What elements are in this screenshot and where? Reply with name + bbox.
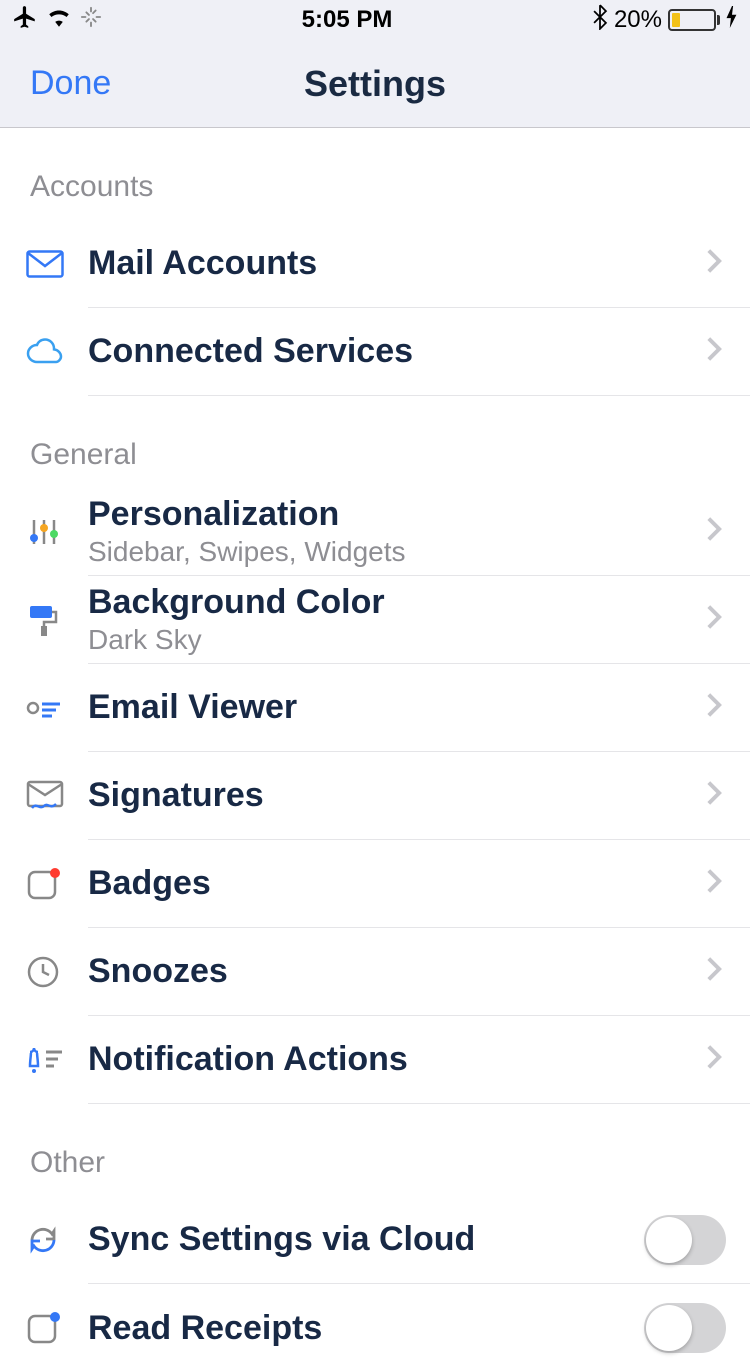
bluetooth-icon [592, 4, 608, 37]
row-read-receipts[interactable]: Read Receipts [0, 1284, 750, 1372]
row-badges[interactable]: Badges [0, 840, 750, 928]
sync-icon [26, 1223, 88, 1257]
charging-icon [726, 6, 738, 35]
chevron-right-icon [702, 336, 726, 367]
row-label: Read Receipts [88, 1309, 644, 1348]
row-mail-accounts[interactable]: Mail Accounts [0, 220, 750, 308]
row-sublabel: Dark Sky [88, 624, 702, 656]
row-label: Email Viewer [88, 688, 702, 727]
row-sublabel: Sidebar, Swipes, Widgets [88, 536, 702, 568]
row-notification-actions[interactable]: Notification Actions [0, 1016, 750, 1104]
row-label: Badges [88, 864, 702, 903]
row-signatures[interactable]: Signatures [0, 752, 750, 840]
done-button[interactable]: Done [30, 64, 111, 103]
row-label: Signatures [88, 776, 702, 815]
clock-icon [26, 955, 88, 989]
section-header-other: Other [0, 1104, 750, 1196]
paint-roller-icon [26, 602, 88, 638]
chevron-right-icon [702, 868, 726, 899]
badge-icon [26, 866, 88, 902]
row-personalization[interactable]: Personalization Sidebar, Swipes, Widgets [0, 488, 750, 576]
sliders-icon [26, 516, 88, 548]
cloud-icon [26, 338, 88, 366]
row-background-color[interactable]: Background Color Dark Sky [0, 576, 750, 664]
chevron-right-icon [702, 956, 726, 987]
nav-bar: Done Settings [0, 40, 750, 128]
settings-content: Accounts Mail Accounts Connected Service… [0, 128, 750, 1372]
chevron-right-icon [702, 692, 726, 723]
chevron-right-icon [702, 604, 726, 635]
read-receipts-toggle[interactable] [644, 1303, 726, 1353]
page-title: Settings [304, 63, 446, 105]
status-bar: 5:05 PM 20% [0, 0, 750, 40]
row-label: Mail Accounts [88, 244, 702, 283]
sync-toggle[interactable] [644, 1215, 726, 1265]
row-email-viewer[interactable]: Email Viewer [0, 664, 750, 752]
section-header-accounts: Accounts [0, 128, 750, 220]
row-connected-services[interactable]: Connected Services [0, 308, 750, 396]
row-label: Snoozes [88, 952, 702, 991]
chevron-right-icon [702, 516, 726, 547]
battery-percent: 20% [614, 6, 662, 34]
row-label: Sync Settings via Cloud [88, 1220, 644, 1259]
chevron-right-icon [702, 248, 726, 279]
row-label: Personalization [88, 495, 702, 534]
signature-icon [26, 780, 88, 812]
airplane-mode-icon [12, 4, 38, 37]
battery-icon [668, 9, 720, 31]
row-label: Notification Actions [88, 1040, 702, 1079]
chevron-right-icon [702, 1044, 726, 1075]
row-snoozes[interactable]: Snoozes [0, 928, 750, 1016]
section-header-general: General [0, 396, 750, 488]
mail-icon [26, 250, 88, 278]
status-time: 5:05 PM [302, 6, 393, 34]
read-receipts-icon [26, 1310, 88, 1346]
row-label: Background Color [88, 583, 702, 622]
row-label: Connected Services [88, 332, 702, 371]
wifi-icon [46, 6, 72, 34]
row-sync-settings[interactable]: Sync Settings via Cloud [0, 1196, 750, 1284]
bell-icon [26, 1044, 88, 1076]
chevron-right-icon [702, 780, 726, 811]
email-viewer-icon [26, 696, 88, 720]
loading-spinner-icon [80, 6, 102, 35]
